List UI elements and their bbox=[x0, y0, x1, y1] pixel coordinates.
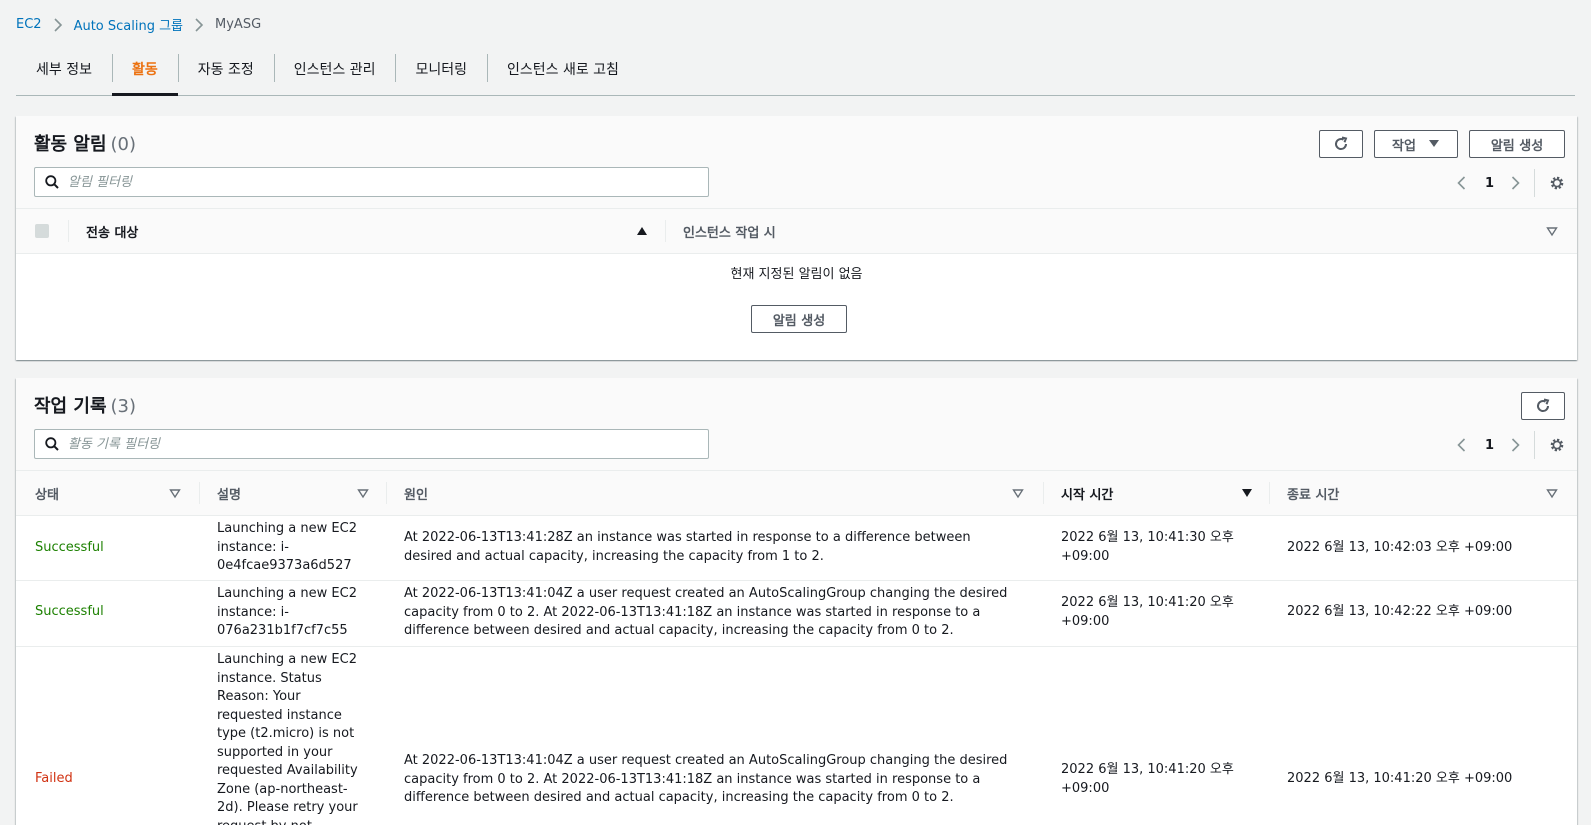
table-row[interactable]: Successful Launching a new EC2 instance:… bbox=[16, 581, 1577, 647]
cause-cell: At 2022-06-13T13:41:28Z an instance was … bbox=[404, 530, 971, 564]
pager-divider bbox=[1534, 169, 1536, 197]
notifications-header: 활동 알림(0) 작업 알림 생성 1 bbox=[16, 116, 1577, 208]
history-page-number[interactable]: 1 bbox=[1485, 438, 1494, 453]
notifications-count: (0) bbox=[110, 134, 137, 155]
history-table-header: 상태 설명 원인 시작 시간 종료 시간 bbox=[16, 470, 1577, 516]
notifications-page-number[interactable]: 1 bbox=[1485, 176, 1494, 191]
history-pagination: 1 bbox=[1455, 431, 1565, 459]
history-search-input[interactable] bbox=[68, 436, 668, 452]
tab-instance-management[interactable]: 인스턴스 관리 bbox=[273, 44, 396, 94]
tab-automatic-scaling[interactable]: 자동 조정 bbox=[177, 44, 274, 94]
status-cell: Successful bbox=[35, 540, 104, 555]
create-notification-button[interactable]: 알림 생성 bbox=[1469, 130, 1565, 158]
description-cell: Launching a new EC2 instance: i-0e4fcae9… bbox=[217, 521, 357, 573]
search-icon bbox=[45, 175, 59, 189]
column-header-start-time[interactable]: 시작 시간 bbox=[1043, 471, 1253, 515]
column-destination-label: 전송 대상 bbox=[86, 225, 139, 241]
column-description-label: 설명 bbox=[217, 487, 241, 503]
column-separator bbox=[1269, 482, 1270, 504]
tab-activity[interactable]: 활동 bbox=[111, 44, 178, 96]
notifications-search-input[interactable] bbox=[68, 174, 668, 190]
tab-details[interactable]: 세부 정보 bbox=[16, 44, 112, 94]
column-start-time-label: 시작 시간 bbox=[1061, 487, 1114, 503]
table-row[interactable]: Successful Launching a new EC2 instance:… bbox=[16, 516, 1577, 581]
column-separator bbox=[1043, 482, 1044, 504]
column-instance-action-label: 인스턴스 작업 시 bbox=[683, 225, 776, 241]
column-header-destination[interactable]: 전송 대상 bbox=[68, 209, 648, 253]
sort-indicator-icon bbox=[1012, 489, 1024, 499]
sort-indicator-icon bbox=[1546, 227, 1558, 237]
sort-indicator-icon bbox=[1546, 489, 1558, 499]
column-separator bbox=[68, 220, 69, 242]
pager-divider bbox=[1534, 431, 1536, 459]
empty-notifications-text: 현재 지정된 알림이 없음 bbox=[730, 267, 863, 282]
breadcrumb: EC2 Auto Scaling 그룹 MyASG bbox=[16, 15, 261, 34]
status-cell: Failed bbox=[35, 771, 73, 786]
sort-ascending-icon bbox=[637, 227, 647, 235]
description-cell: Launching a new EC2 instance: i-076a231b… bbox=[217, 586, 357, 638]
sort-indicator-icon bbox=[169, 489, 181, 499]
tab-bar: 세부 정보 활동 자동 조정 인스턴스 관리 모니터링 인스턴스 새로 고침 bbox=[16, 44, 1575, 96]
description-cell: Launching a new EC2 instance. Status Rea… bbox=[217, 652, 358, 825]
column-separator bbox=[386, 482, 387, 504]
chevron-right-icon[interactable] bbox=[1508, 438, 1522, 452]
breadcrumb-asg-link[interactable]: Auto Scaling 그룹 bbox=[74, 15, 183, 34]
gear-icon[interactable] bbox=[1549, 175, 1565, 191]
cause-cell: At 2022-06-13T13:41:04Z a user request c… bbox=[404, 586, 1008, 638]
create-notification-empty-button[interactable]: 알림 생성 bbox=[751, 305, 847, 333]
tab-instance-refresh[interactable]: 인스턴스 새로 고침 bbox=[487, 44, 639, 94]
notifications-search[interactable] bbox=[34, 167, 709, 197]
column-cause-label: 원인 bbox=[404, 487, 428, 503]
sort-indicator-icon bbox=[357, 489, 369, 499]
gear-icon[interactable] bbox=[1549, 437, 1565, 453]
column-header-status[interactable]: 상태 bbox=[16, 471, 181, 515]
refresh-icon bbox=[1335, 136, 1348, 150]
actions-label: 작업 bbox=[1392, 138, 1416, 154]
refresh-icon bbox=[1537, 398, 1550, 412]
column-header-cause[interactable]: 원인 bbox=[386, 471, 1024, 515]
column-header-instance-action[interactable]: 인스턴스 작업 시 bbox=[665, 209, 1577, 253]
end-time-cell: 2022 6월 13, 10:42:03 오후 +09:00 bbox=[1287, 540, 1513, 555]
column-header-description[interactable]: 설명 bbox=[199, 471, 369, 515]
history-title-text: 작업 기록 bbox=[34, 396, 107, 417]
history-count: (3) bbox=[110, 396, 137, 417]
tab-monitoring[interactable]: 모니터링 bbox=[395, 44, 487, 94]
refresh-notifications-button[interactable] bbox=[1319, 130, 1363, 158]
notifications-pagination: 1 bbox=[1455, 169, 1565, 197]
history-title: 작업 기록 (3) bbox=[34, 392, 136, 418]
table-row[interactable]: Failed Launching a new EC2 instance. Sta… bbox=[16, 647, 1577, 825]
notifications-title: 활동 알림 (0) bbox=[34, 130, 136, 156]
column-end-time-label: 종료 시간 bbox=[1287, 487, 1340, 503]
activity-notifications-panel: 활동 알림(0) 작업 알림 생성 1 전송 대상 bbox=[16, 116, 1577, 360]
chevron-left-icon[interactable] bbox=[1455, 438, 1469, 452]
start-time-cell: 2022 6월 13, 10:41:20 오후 +09:00 bbox=[1061, 762, 1234, 796]
cause-cell: At 2022-06-13T13:41:04Z a user request c… bbox=[404, 753, 1008, 805]
history-header: 작업 기록(3) 1 bbox=[16, 378, 1577, 470]
activity-history-panel: 작업 기록(3) 1 상태 설명 원인 bbox=[16, 378, 1577, 825]
refresh-history-button[interactable] bbox=[1521, 392, 1565, 420]
history-search[interactable] bbox=[34, 429, 709, 459]
chevron-left-icon[interactable] bbox=[1455, 176, 1469, 190]
chevron-right-icon[interactable] bbox=[1508, 176, 1522, 190]
chevron-right-icon bbox=[53, 17, 62, 32]
start-time-cell: 2022 6월 13, 10:41:30 오후 +09:00 bbox=[1061, 530, 1234, 564]
breadcrumb-current: MyASG bbox=[215, 17, 262, 32]
sort-descending-icon bbox=[1242, 489, 1252, 497]
start-time-cell: 2022 6월 13, 10:41:20 오후 +09:00 bbox=[1061, 595, 1234, 629]
caret-down-icon bbox=[1428, 140, 1439, 147]
column-separator bbox=[665, 220, 666, 242]
chevron-right-icon bbox=[195, 17, 204, 32]
end-time-cell: 2022 6월 13, 10:41:20 오후 +09:00 bbox=[1287, 771, 1513, 786]
column-header-end-time[interactable]: 종료 시간 bbox=[1269, 471, 1577, 515]
column-separator bbox=[199, 482, 200, 504]
column-status-label: 상태 bbox=[35, 487, 59, 503]
notifications-table-header: 전송 대상 인스턴스 작업 시 bbox=[16, 208, 1577, 254]
end-time-cell: 2022 6월 13, 10:42:22 오후 +09:00 bbox=[1287, 604, 1513, 619]
select-all-checkbox[interactable] bbox=[35, 224, 49, 238]
actions-dropdown-button[interactable]: 작업 bbox=[1374, 130, 1458, 158]
breadcrumb-ec2-link[interactable]: EC2 bbox=[16, 17, 42, 32]
status-cell: Successful bbox=[35, 604, 104, 619]
notifications-title-text: 활동 알림 bbox=[34, 134, 107, 155]
search-icon bbox=[45, 437, 59, 451]
